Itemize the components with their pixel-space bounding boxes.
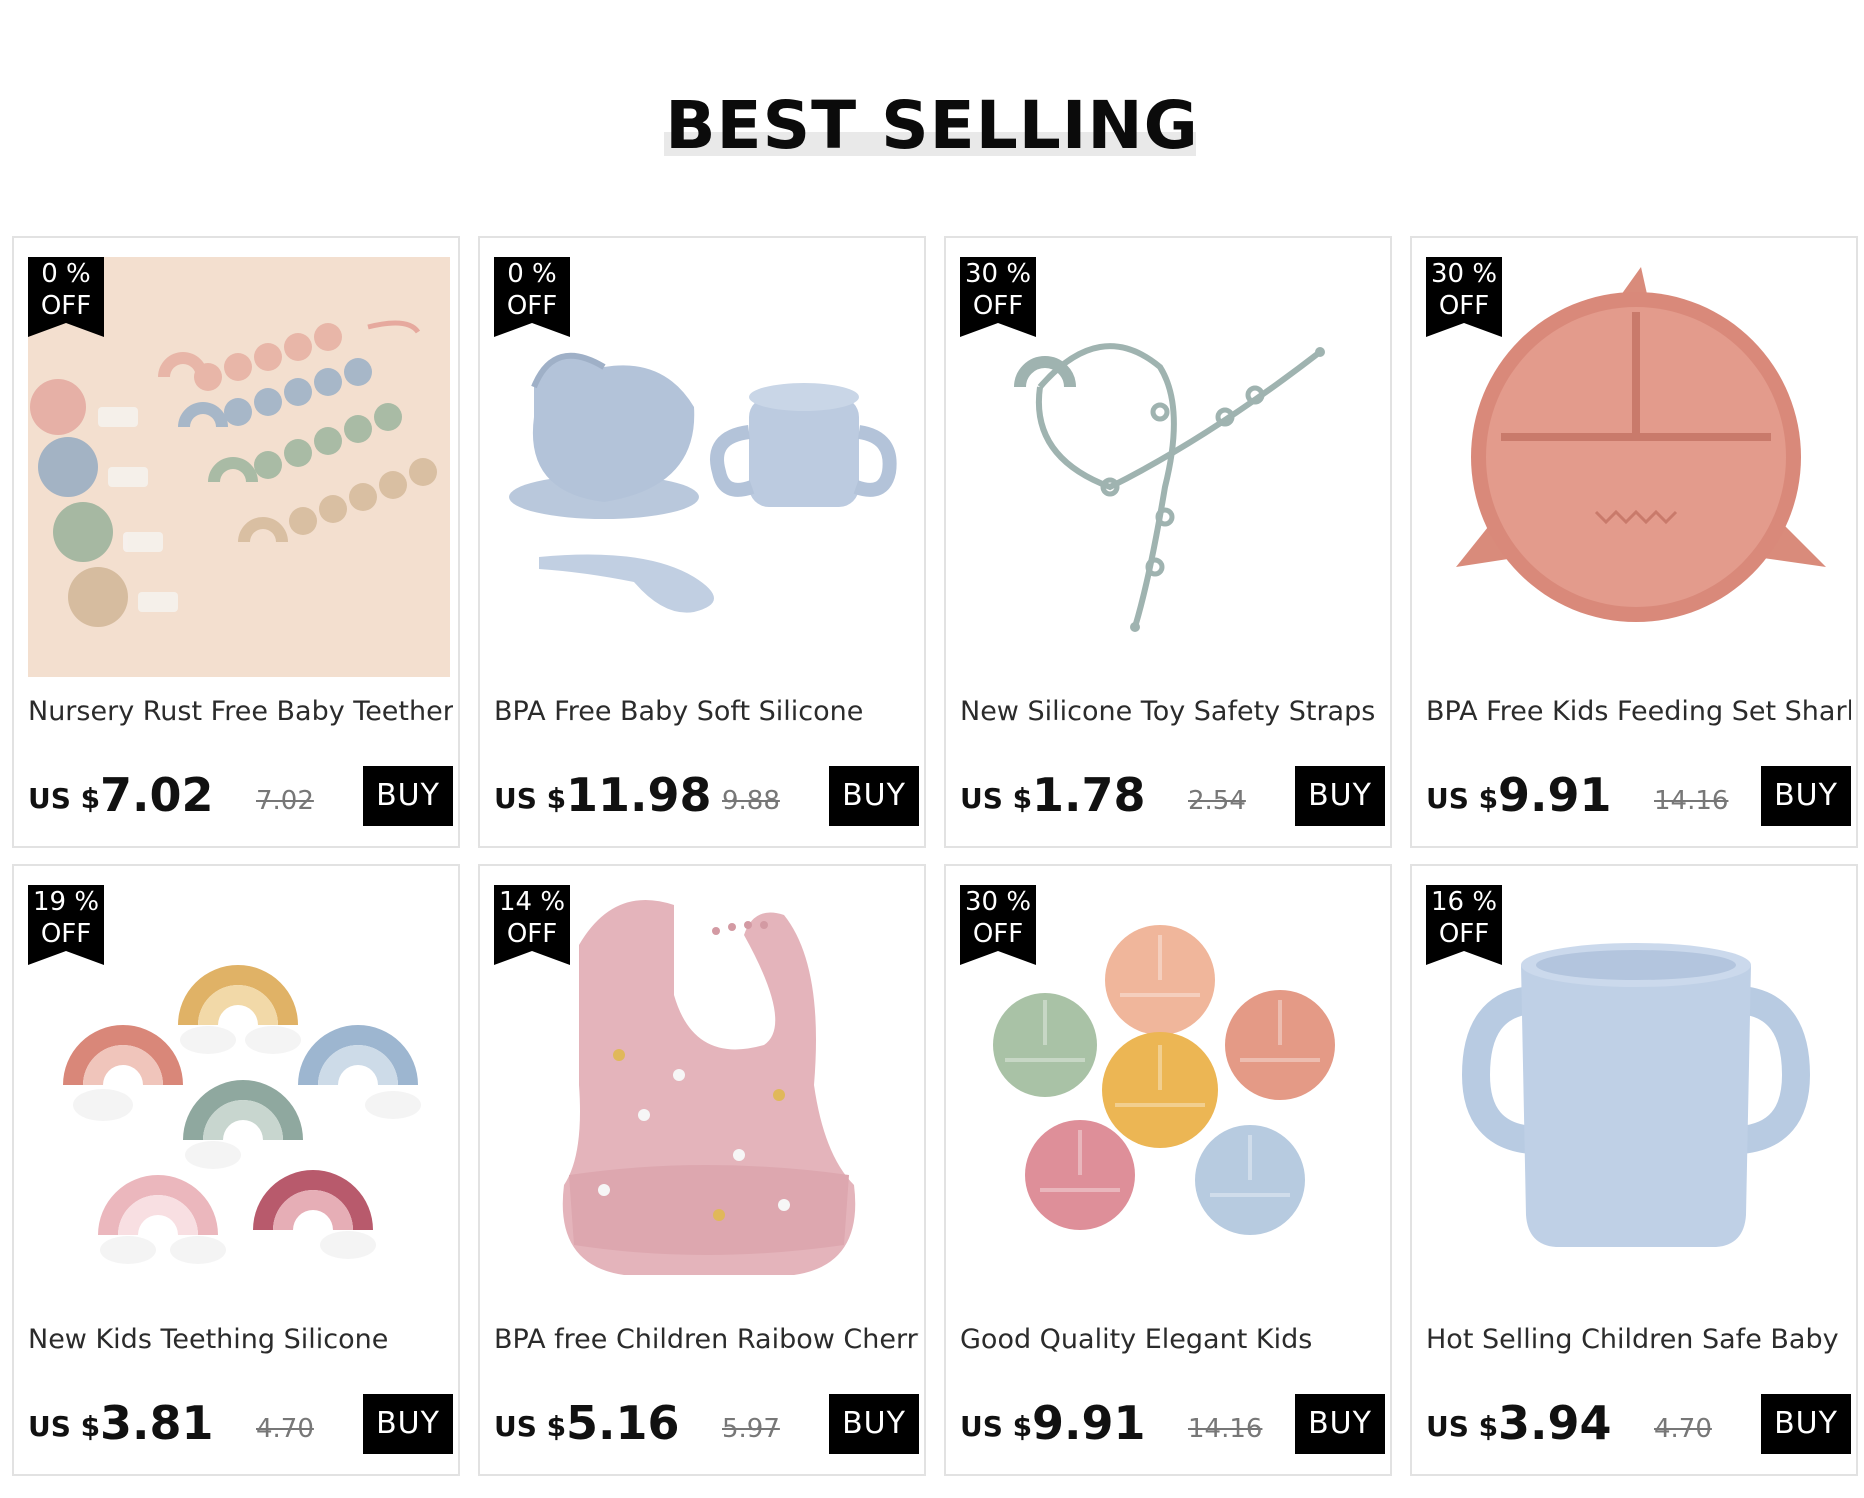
original-price: 5.97	[722, 1414, 780, 1444]
current-price: 9.91	[1498, 768, 1612, 822]
discount-badge: 30 % OFF	[960, 885, 1036, 965]
price-row: US $ 9.91 14.16 BUY	[1426, 766, 1851, 830]
currency-label: US $	[494, 782, 567, 815]
currency-label: US $	[1426, 782, 1499, 815]
product-card[interactable]: 16 % OFF Hot Selling Children Safe Baby …	[1410, 864, 1858, 1476]
original-price: 9.88	[722, 786, 780, 816]
product-name[interactable]: Good Quality Elegant Kids	[960, 1322, 1385, 1358]
product-name[interactable]: BPA free Children Raibow Cherry	[494, 1322, 919, 1358]
buy-button[interactable]: BUY	[829, 766, 919, 826]
product-card[interactable]: 30 % OFF BPA Free Kids Feeding Set Shark…	[1410, 236, 1858, 848]
price-row: US $ 3.81 4.70 BUY	[28, 1394, 453, 1458]
price-row: US $ 5.16 5.97 BUY	[494, 1394, 919, 1458]
currency-label: US $	[494, 1410, 567, 1443]
current-price: 3.81	[100, 1396, 214, 1450]
currency-label: US $	[1426, 1410, 1499, 1443]
discount-percent: 16 %	[1430, 887, 1498, 917]
product-grid: 0 % OFF Nursery Rust Free Baby Teether U…	[0, 0, 1864, 1498]
currency-label: US $	[28, 1410, 101, 1443]
discount-badge: 19 % OFF	[28, 885, 104, 965]
current-price: 7.02	[100, 768, 214, 822]
product-name[interactable]: Nursery Rust Free Baby Teether	[28, 694, 453, 730]
discount-off-label: OFF	[972, 291, 1024, 321]
product-name[interactable]: New Silicone Toy Safety Straps	[960, 694, 1385, 730]
price-row: US $ 11.98 9.88 BUY	[494, 766, 919, 830]
discount-percent: 0 %	[41, 259, 91, 289]
product-name[interactable]: BPA Free Baby Soft Silicone	[494, 694, 919, 730]
buy-button[interactable]: BUY	[363, 766, 453, 826]
buy-button[interactable]: BUY	[1295, 766, 1385, 826]
discount-off-label: OFF	[40, 291, 92, 321]
price-row: US $ 1.78 2.54 BUY	[960, 766, 1385, 830]
buy-button[interactable]: BUY	[1761, 1394, 1851, 1454]
product-card[interactable]: 30 % OFF Good Quality Elegant Kids US $ …	[944, 864, 1392, 1476]
original-price: 14.16	[1188, 1414, 1263, 1444]
discount-badge: 30 % OFF	[1426, 257, 1502, 337]
discount-badge: 14 % OFF	[494, 885, 570, 965]
currency-label: US $	[960, 1410, 1033, 1443]
original-price: 4.70	[1654, 1414, 1712, 1444]
discount-percent: 30 %	[1430, 259, 1498, 289]
currency-label: US $	[960, 782, 1033, 815]
original-price: 14.16	[1654, 786, 1729, 816]
discount-off-label: OFF	[1438, 291, 1490, 321]
price-row: US $ 9.91 14.16 BUY	[960, 1394, 1385, 1458]
discount-percent: 14 %	[498, 887, 566, 917]
current-price: 1.78	[1032, 768, 1146, 822]
product-card[interactable]: 30 % OFF New Silicone Toy Safety Straps …	[944, 236, 1392, 848]
price-row: US $ 3.94 4.70 BUY	[1426, 1394, 1851, 1458]
discount-percent: 19 %	[32, 887, 100, 917]
product-card[interactable]: 19 % OFF New Kids Teething Silicone US $…	[12, 864, 460, 1476]
buy-button[interactable]: BUY	[363, 1394, 453, 1454]
product-card[interactable]: 0 % OFF Nursery Rust Free Baby Teether U…	[12, 236, 460, 848]
price-row: US $ 7.02 7.02 BUY	[28, 766, 453, 830]
discount-off-label: OFF	[1438, 919, 1490, 949]
discount-percent: 30 %	[964, 887, 1032, 917]
current-price: 9.91	[1032, 1396, 1146, 1450]
original-price: 7.02	[256, 786, 314, 816]
current-price: 3.94	[1498, 1396, 1612, 1450]
product-card[interactable]: 14 % OFF BPA free Children Raibow Cherry…	[478, 864, 926, 1476]
discount-badge: 0 % OFF	[494, 257, 570, 337]
current-price: 5.16	[566, 1396, 680, 1450]
currency-label: US $	[28, 782, 101, 815]
discount-percent: 0 %	[507, 259, 557, 289]
product-card[interactable]: 0 % OFF BPA Free Baby Soft Silicone US $…	[478, 236, 926, 848]
product-name[interactable]: New Kids Teething Silicone	[28, 1322, 453, 1358]
discount-off-label: OFF	[506, 919, 558, 949]
product-name[interactable]: Hot Selling Children Safe Baby	[1426, 1322, 1851, 1358]
buy-button[interactable]: BUY	[1295, 1394, 1385, 1454]
discount-badge: 16 % OFF	[1426, 885, 1502, 965]
discount-badge: 30 % OFF	[960, 257, 1036, 337]
discount-off-label: OFF	[972, 919, 1024, 949]
buy-button[interactable]: BUY	[829, 1394, 919, 1454]
original-price: 2.54	[1188, 786, 1246, 816]
discount-badge: 0 % OFF	[28, 257, 104, 337]
discount-off-label: OFF	[506, 291, 558, 321]
product-name[interactable]: BPA Free Kids Feeding Set Shark	[1426, 694, 1851, 730]
discount-off-label: OFF	[40, 919, 92, 949]
current-price: 11.98	[566, 768, 712, 822]
buy-button[interactable]: BUY	[1761, 766, 1851, 826]
original-price: 4.70	[256, 1414, 314, 1444]
discount-percent: 30 %	[964, 259, 1032, 289]
